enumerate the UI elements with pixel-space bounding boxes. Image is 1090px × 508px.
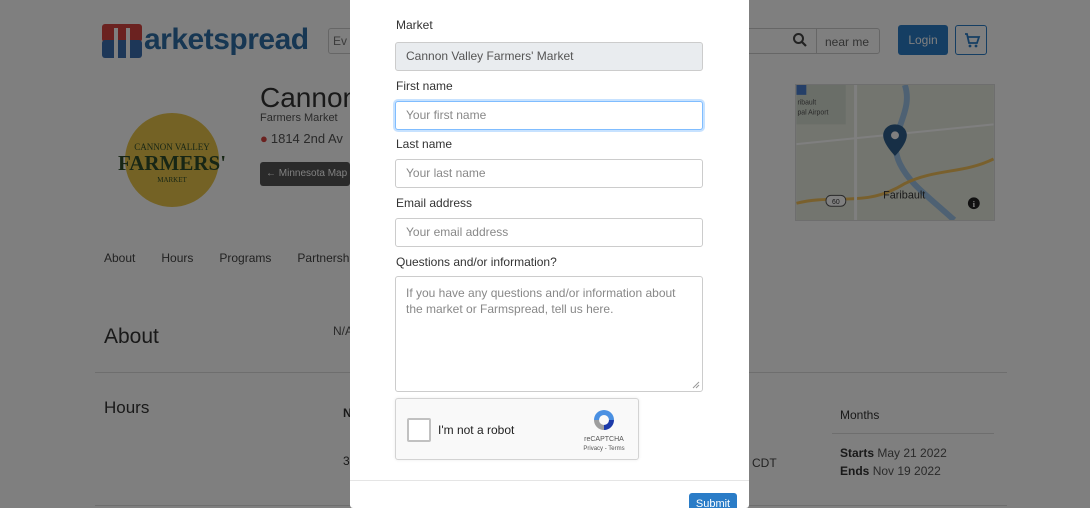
questions-label: Questions and/or information? (396, 255, 557, 269)
recaptcha-terms-link[interactable]: Privacy - Terms (574, 446, 634, 452)
last-name-label: Last name (396, 137, 453, 151)
last-name-input[interactable]: Your last name (395, 159, 703, 188)
first-name-label: First name (396, 79, 453, 93)
modal-footer-divider (350, 480, 749, 481)
questions-textarea[interactable]: If you have any questions and/or informa… (395, 276, 703, 392)
recaptcha-checkbox[interactable] (407, 418, 431, 442)
recaptcha-logo-icon (594, 410, 614, 430)
recaptcha-widget: I'm not a robot reCAPTCHA Privacy - Term… (395, 398, 639, 460)
questions-placeholder: If you have any questions and/or informa… (406, 286, 676, 316)
recaptcha-label: I'm not a robot (438, 423, 515, 437)
email-input[interactable]: Your email address (395, 218, 703, 247)
first-name-input[interactable]: Your first name (395, 101, 703, 130)
market-field: Cannon Valley Farmers' Market (395, 42, 703, 71)
email-label: Email address (396, 196, 473, 210)
submit-button[interactable]: Submit (689, 493, 737, 508)
resize-grip-icon[interactable] (692, 381, 700, 389)
recaptcha-brand: reCAPTCHA (584, 436, 624, 443)
contact-market-modal: Market Cannon Valley Farmers' Market Fir… (350, 0, 749, 508)
market-label: Market (396, 18, 433, 32)
